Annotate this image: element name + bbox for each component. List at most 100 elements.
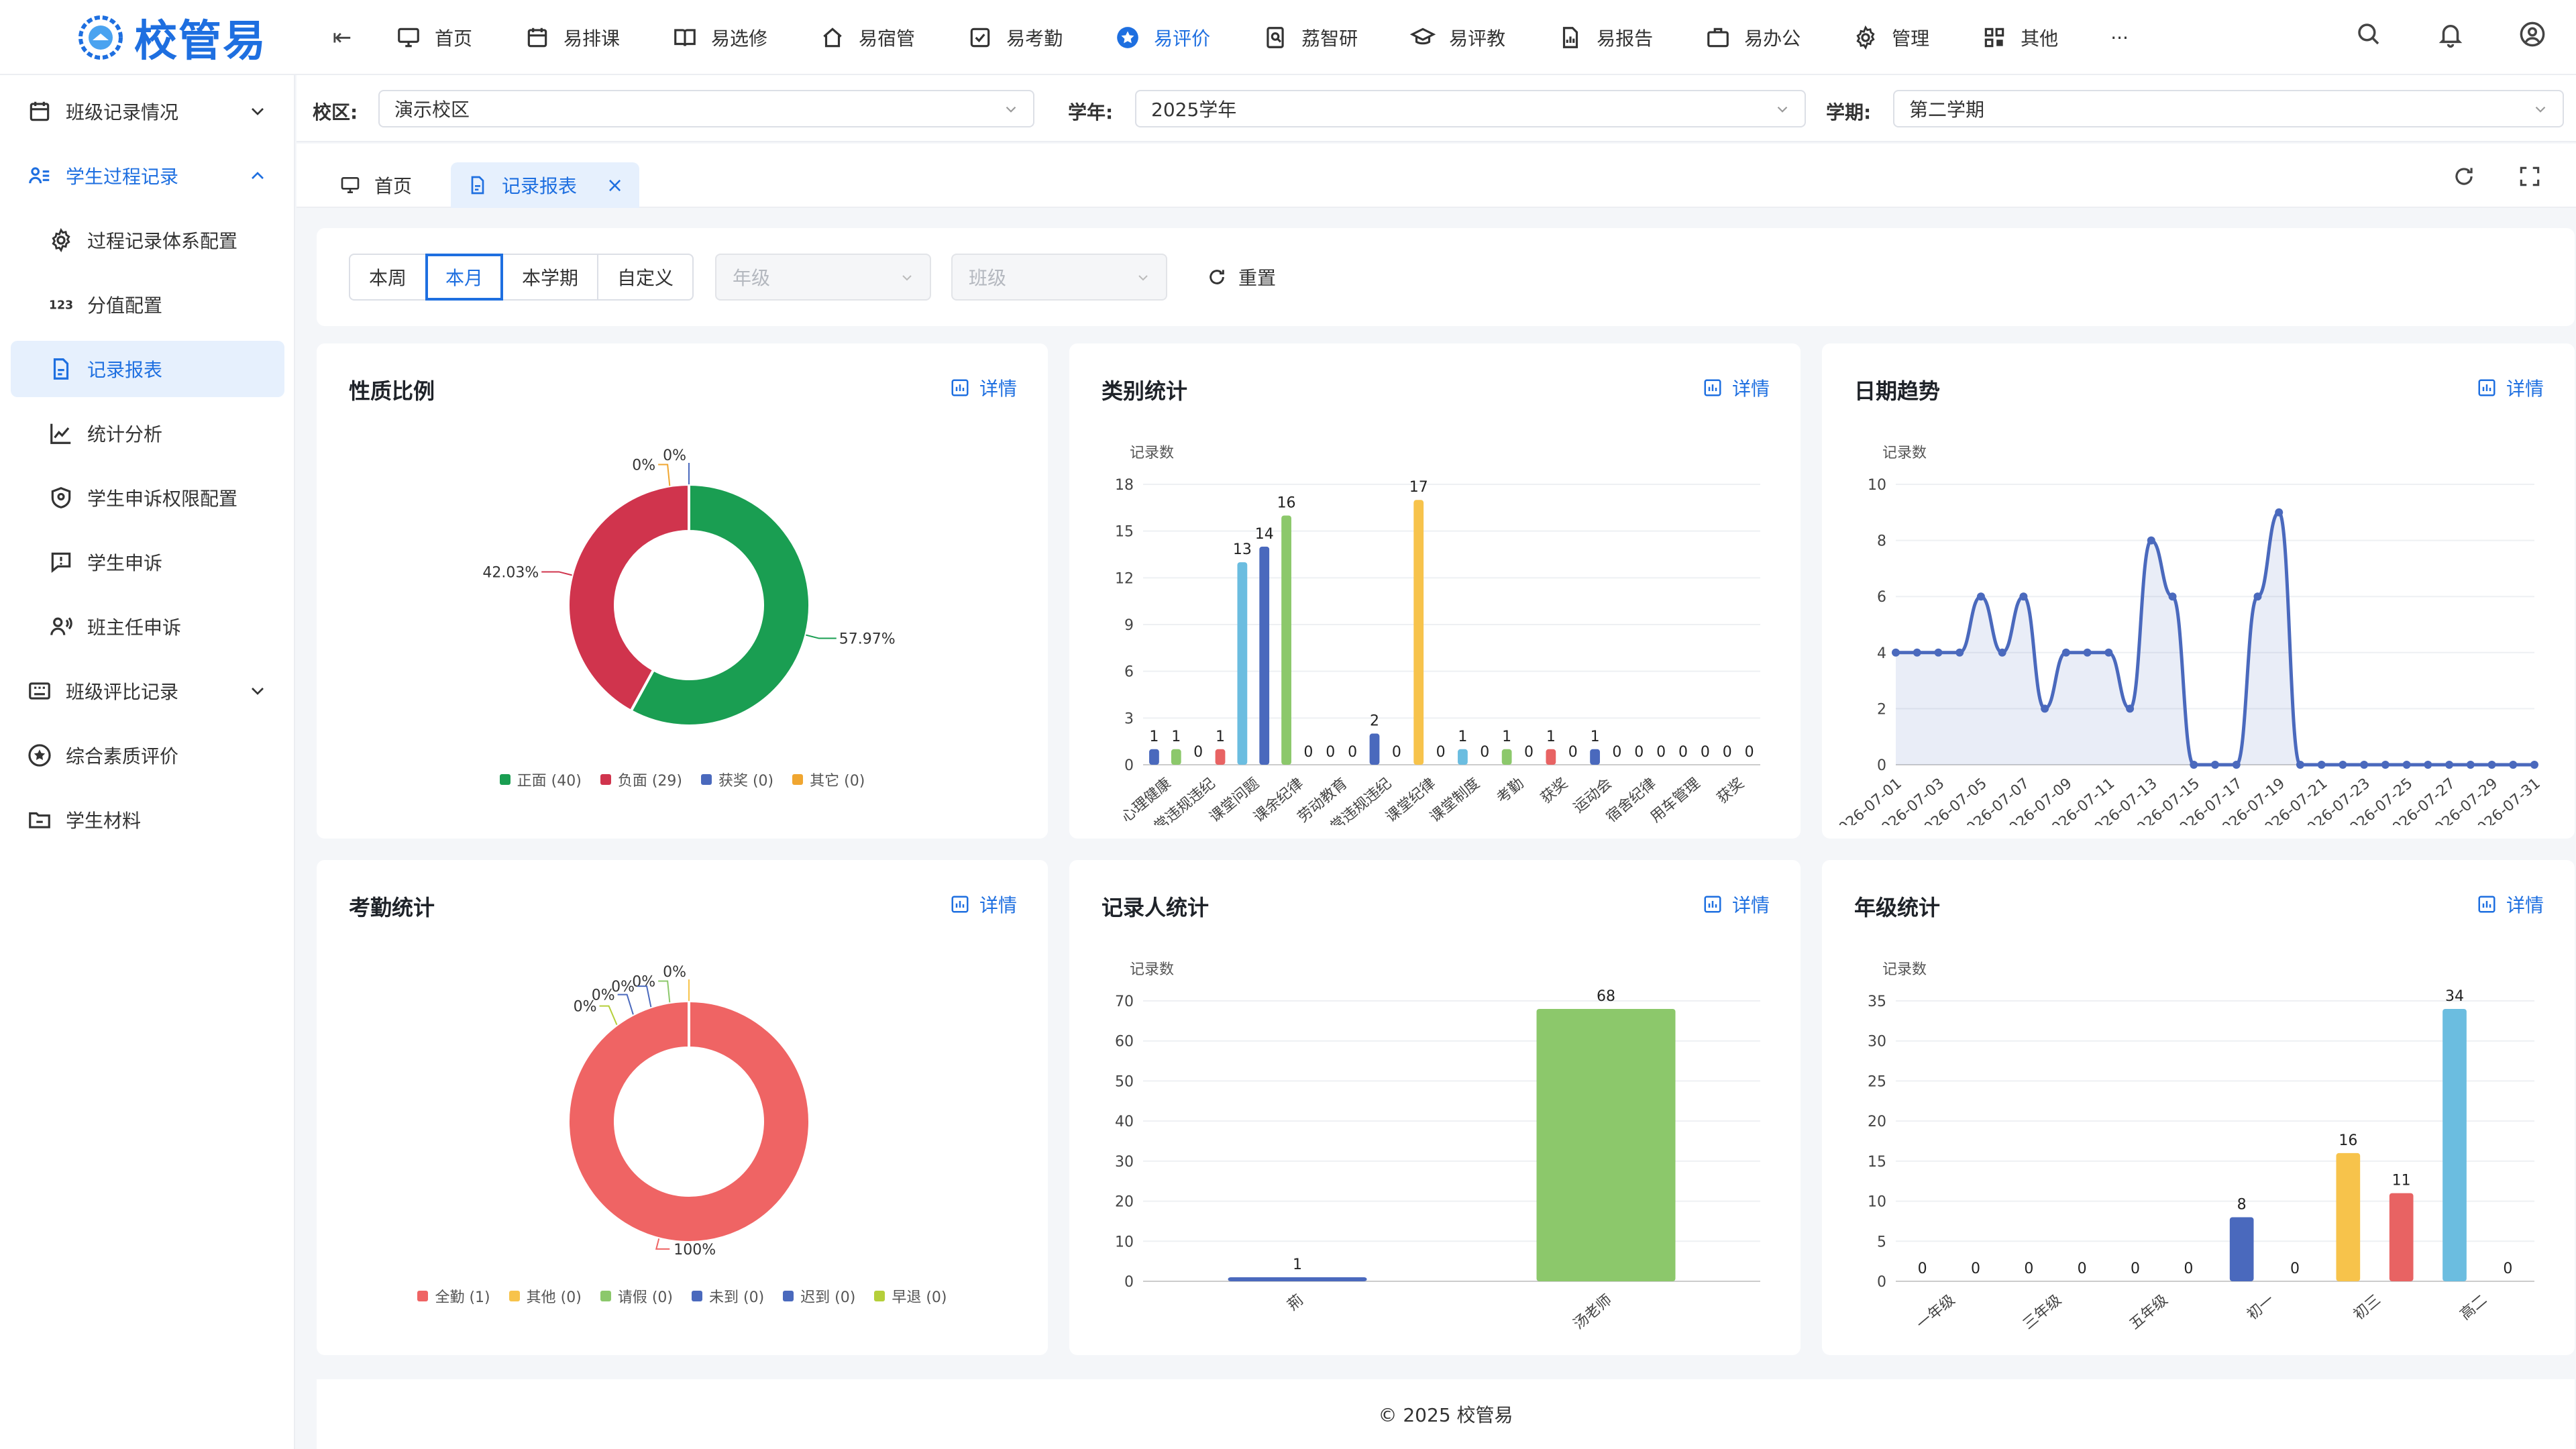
range-option-3[interactable]: 自定义 — [597, 254, 694, 301]
nav-item-12[interactable]: ··· — [2110, 0, 2129, 75]
detail-button[interactable]: 详情 — [1703, 891, 1770, 918]
sidebar-item-2[interactable]: 过程记录体系配置 — [11, 212, 284, 268]
class-select[interactable]: 班级 — [951, 254, 1167, 301]
data-point[interactable] — [2147, 536, 2155, 545]
legend-item[interactable]: 负面 (29) — [600, 769, 682, 790]
data-point[interactable] — [1913, 648, 1921, 657]
data-point[interactable] — [1934, 648, 1943, 657]
bar[interactable] — [1171, 749, 1181, 765]
data-point[interactable] — [2232, 761, 2241, 769]
reset-button[interactable]: 重置 — [1206, 254, 1276, 301]
bar[interactable] — [2229, 1217, 2254, 1281]
data-point[interactable] — [1955, 648, 1964, 657]
range-option-2[interactable]: 本学期 — [502, 254, 599, 301]
data-point[interactable] — [2083, 648, 2092, 657]
nav-item-7[interactable]: 易评教 — [1410, 0, 1505, 75]
data-point[interactable] — [2126, 704, 2135, 713]
search-icon[interactable] — [2355, 20, 2383, 48]
bar[interactable] — [1413, 500, 1424, 765]
nav-item-3[interactable]: 易宿管 — [820, 0, 915, 75]
data-point[interactable] — [2168, 592, 2177, 601]
bell-icon[interactable] — [2436, 20, 2465, 48]
bar[interactable] — [1215, 749, 1226, 765]
user-avatar-icon[interactable] — [2518, 20, 2546, 48]
data-point[interactable] — [2339, 761, 2347, 769]
legend-item[interactable]: 获奖 (0) — [700, 769, 773, 790]
data-point[interactable] — [2061, 648, 2070, 657]
detail-button[interactable]: 详情 — [950, 374, 1017, 401]
bar[interactable] — [2389, 1193, 2414, 1281]
data-point[interactable] — [2190, 761, 2198, 769]
bar[interactable] — [1149, 749, 1159, 765]
data-point[interactable] — [2211, 761, 2219, 769]
detail-button[interactable]: 详情 — [950, 891, 1017, 918]
nav-item-8[interactable]: 易报告 — [1558, 0, 1653, 75]
nav-item-2[interactable]: 易选修 — [672, 0, 767, 75]
legend-item[interactable]: 其它 (0) — [792, 769, 865, 790]
bar[interactable] — [1259, 546, 1270, 765]
nav-item-5[interactable]: 易评价 — [1115, 0, 1210, 75]
bar[interactable] — [1369, 733, 1380, 765]
sidebar-item-1[interactable]: 学生过程记录 — [11, 148, 284, 204]
data-point[interactable] — [2530, 761, 2538, 769]
data-point[interactable] — [2424, 761, 2432, 769]
bar[interactable] — [1228, 1277, 1367, 1281]
bar[interactable] — [1501, 749, 1512, 765]
sidebar-item-11[interactable]: 学生材料 — [11, 792, 284, 848]
detail-button[interactable]: 详情 — [1703, 374, 1770, 401]
range-option-1[interactable]: 本月 — [425, 254, 504, 301]
sidebar-item-0[interactable]: 班级记录情况 — [11, 83, 284, 140]
nav-item-9[interactable]: 易办公 — [1705, 0, 1801, 75]
nav-item-1[interactable]: 易排课 — [525, 0, 620, 75]
bar[interactable] — [1281, 515, 1291, 765]
sidebar-item-3[interactable]: 123 分值配置 — [11, 276, 284, 333]
tab-close-icon[interactable]: × — [606, 174, 623, 197]
legend-item[interactable]: 正面 (40) — [499, 769, 582, 790]
bar[interactable] — [2336, 1152, 2361, 1281]
data-point[interactable] — [2317, 761, 2326, 769]
bar[interactable] — [1458, 749, 1468, 765]
nav-item-6[interactable]: 荔智研 — [1263, 0, 1358, 75]
nav-item-4[interactable]: 易考勤 — [967, 0, 1063, 75]
data-point[interactable] — [2019, 592, 2028, 601]
year-select[interactable]: 2025学年 — [1135, 90, 1806, 127]
legend-item[interactable]: 其他 (0) — [508, 1285, 582, 1307]
legend-item[interactable]: 请假 (0) — [600, 1285, 673, 1307]
refresh-icon[interactable] — [2451, 164, 2477, 189]
data-point[interactable] — [2253, 592, 2262, 601]
data-point[interactable] — [2487, 761, 2496, 769]
data-point[interactable] — [1998, 648, 2006, 657]
bar[interactable] — [1546, 749, 1556, 765]
nav-item-11[interactable]: 其他 — [1982, 0, 2058, 75]
data-point[interactable] — [2041, 704, 2049, 713]
sidebar-item-8[interactable]: 班主任申诉 — [11, 598, 284, 655]
sidebar-item-9[interactable]: 班级评比记录 — [11, 663, 284, 719]
sidebar-item-5[interactable]: 统计分析 — [11, 405, 284, 462]
sidebar-item-4[interactable]: 记录报表 — [11, 341, 284, 397]
tab-record-report[interactable]: 记录报表 × — [451, 162, 640, 208]
legend-item[interactable]: 未到 (0) — [692, 1285, 764, 1307]
legend-item[interactable]: 全勤 (1) — [417, 1285, 490, 1307]
legend-item[interactable]: 早退 (0) — [874, 1285, 947, 1307]
data-point[interactable] — [2360, 761, 2369, 769]
data-point[interactable] — [2275, 508, 2284, 517]
sidebar-item-7[interactable]: 学生申诉 — [11, 534, 284, 590]
data-point[interactable] — [2445, 761, 2454, 769]
campus-select[interactable]: 演示校区 — [378, 90, 1034, 127]
data-point[interactable] — [2509, 761, 2518, 769]
detail-button[interactable]: 详情 — [2477, 891, 2544, 918]
data-point[interactable] — [2296, 761, 2304, 769]
sidebar-item-6[interactable]: 学生申诉权限配置 — [11, 470, 284, 526]
nav-item-10[interactable]: 管理 — [1853, 0, 1929, 75]
sidebar-item-10[interactable]: 综合素质评价 — [11, 727, 284, 784]
data-point[interactable] — [2104, 648, 2113, 657]
legend-item[interactable]: 迟到 (0) — [783, 1285, 855, 1307]
bar[interactable] — [1237, 562, 1248, 765]
app-logo[interactable]: 校管易 — [74, 7, 267, 68]
grade-select[interactable]: 年级 — [715, 254, 931, 301]
tab-home[interactable]: 首页 — [323, 162, 428, 208]
data-point[interactable] — [2466, 761, 2475, 769]
bar[interactable] — [2443, 1008, 2467, 1281]
nav-item-0[interactable]: 首页 — [396, 0, 472, 75]
data-point[interactable] — [2381, 761, 2390, 769]
